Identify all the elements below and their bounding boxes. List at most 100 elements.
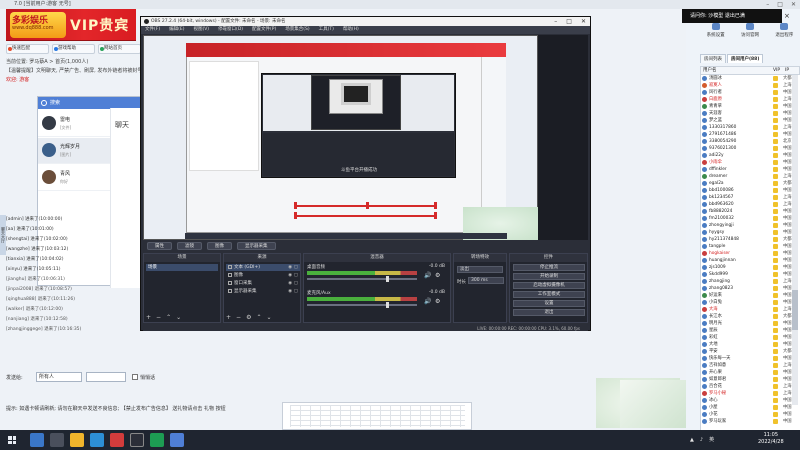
browser-icon[interactable] xyxy=(90,433,104,447)
file-explorer-icon[interactable] xyxy=(70,433,84,447)
user-row[interactable]: 梦之蓝 中国 xyxy=(701,117,800,124)
user-row[interactable]: 罗马小秘 上海 xyxy=(701,390,800,397)
user-row[interactable]: 寂寞人 上海 xyxy=(701,82,800,89)
menu-item[interactable]: 视图(V) xyxy=(193,26,209,34)
volume-slider-knob[interactable] xyxy=(386,302,389,308)
stop-stream-button[interactable]: 停止推流 xyxy=(513,264,585,271)
user-row[interactable]: fb8882024 中国 xyxy=(701,208,800,215)
user-row[interactable]: 如意郎君 中国 xyxy=(701,376,800,383)
visibility-eye-icon[interactable]: ◉ xyxy=(288,288,292,295)
user-row[interactable]: 长江水 大都 xyxy=(701,313,800,320)
down-icon[interactable]: ⌄ xyxy=(176,314,181,321)
remove-icon[interactable]: − xyxy=(156,314,161,321)
user-row[interactable]: 大地 中国 xyxy=(701,341,800,348)
transition-select[interactable]: 淡出 xyxy=(457,266,503,273)
user-row[interactable]: hy211374848 大都 xyxy=(701,236,800,243)
user-row[interactable]: zjs1009 中国 xyxy=(701,264,800,271)
settings-button[interactable]: 设置 xyxy=(513,300,585,307)
user-row[interactable]: 小雨伞 中国 xyxy=(701,159,800,166)
gear-icon[interactable]: ⚙ xyxy=(435,298,440,305)
add-icon[interactable]: + xyxy=(226,314,231,321)
spreadsheet-taskbar-icon[interactable] xyxy=(150,433,164,447)
visibility-eye-icon[interactable]: ◉ xyxy=(288,264,292,271)
header-username[interactable]: 用户名 xyxy=(701,67,771,74)
im-taskbar-icon[interactable] xyxy=(170,433,184,447)
network-icon[interactable]: ▲ xyxy=(690,433,694,447)
virtual-camera-button[interactable]: 启动虚拟摄像机 xyxy=(513,282,585,289)
lock-icon[interactable]: ▢ xyxy=(294,272,298,279)
properties-button[interactable]: 属性 xyxy=(147,242,172,250)
user-row[interactable]: 汤圆冰 大都 xyxy=(701,75,800,82)
quick-match-button[interactable]: 快速匹配 xyxy=(6,44,49,54)
menu-item[interactable]: 文件(F) xyxy=(145,26,160,34)
visibility-eye-icon[interactable]: ◉ xyxy=(288,280,292,287)
studio-mode-button[interactable]: 工作室模式 xyxy=(513,291,585,298)
user-row[interactable]: Skdd999 中国 xyxy=(701,271,800,278)
user-row[interactable]: 大海 上海 xyxy=(701,306,800,313)
user-row[interactable]: 风行者 中国 xyxy=(701,89,800,96)
close-icon[interactable]: ✕ xyxy=(791,0,796,9)
source-item[interactable]: 图像 ◉ ▢ xyxy=(226,272,300,279)
source-item[interactable]: 文本 (GDI+) ◉ ▢ xyxy=(226,264,300,271)
user-row[interactable]: 白鹿原 上海 xyxy=(701,96,800,103)
user-row[interactable]: hyygsy 中国 xyxy=(701,229,800,236)
maximize-icon[interactable]: □ xyxy=(566,17,572,26)
menu-item[interactable]: 编辑(E) xyxy=(169,26,184,34)
user-row[interactable]: bk1234567 上海 xyxy=(701,194,800,201)
menu-item[interactable]: 帮助(H) xyxy=(343,26,359,34)
private-checkbox[interactable] xyxy=(132,374,138,380)
user-row[interactable]: dreamer 上海 xyxy=(701,173,800,180)
exit-button[interactable]: 退出 xyxy=(513,309,585,316)
chat-app-taskbar-icon[interactable] xyxy=(110,433,124,447)
remove-icon[interactable]: − xyxy=(236,314,241,321)
user-row[interactable]: 天涯客 中国 xyxy=(701,110,800,117)
user-row[interactable]: egal2a 大都 xyxy=(701,180,800,187)
user-row[interactable]: 吉祥如意 上海 xyxy=(701,362,800,369)
ime-indicator[interactable]: 英 xyxy=(709,433,714,447)
volume-slider-track[interactable] xyxy=(307,304,417,306)
visibility-eye-icon[interactable]: ◉ xyxy=(288,272,292,279)
menu-item[interactable]: 场景集合(S) xyxy=(285,26,309,34)
settings-button[interactable]: 系统设置 xyxy=(700,22,731,42)
user-row[interactable]: huangjinnan 中国 xyxy=(701,257,800,264)
user-row[interactable]: zhangjing 上海 xyxy=(701,278,800,285)
duration-input[interactable]: 300 ms xyxy=(468,277,504,284)
volume-icon[interactable]: ♪ xyxy=(700,433,703,447)
user-row[interactable]: 青青草 中国 xyxy=(701,103,800,110)
menu-item[interactable]: 配置文件(P) xyxy=(252,26,276,34)
close-icon[interactable]: ✕ xyxy=(581,17,586,26)
filters-button[interactable]: 滤镜 xyxy=(177,242,202,250)
menu-item[interactable]: 停靠窗口(D) xyxy=(218,26,243,34)
user-row[interactable]: 1330317860 上海 xyxy=(701,124,800,131)
game-help-button[interactable]: 游戏帮助 xyxy=(52,44,95,54)
volume-slider-knob[interactable] xyxy=(386,276,389,282)
user-row[interactable]: 好运来 中国 xyxy=(701,292,800,299)
user-list-scrollbar[interactable] xyxy=(792,75,798,405)
user-row[interactable]: bbd963620 上海 xyxy=(701,201,800,208)
user-row[interactable]: 彩虹 中国 xyxy=(701,334,800,341)
website-home-button[interactable]: 网站首页 xyxy=(98,44,141,54)
speaker-icon[interactable]: 🔊 xyxy=(424,298,431,305)
user-row[interactable]: zhongyingji 中国 xyxy=(701,222,800,229)
visit-site-button[interactable]: 访问官网 xyxy=(734,22,765,42)
volume-slider-track[interactable] xyxy=(307,278,417,280)
minimize-icon[interactable]: – xyxy=(554,17,557,26)
minimize-icon[interactable]: – xyxy=(766,0,769,9)
user-row[interactable]: bbd100086 中国 xyxy=(701,187,800,194)
task-view-icon[interactable] xyxy=(50,433,64,447)
user-row[interactable]: 小白兔 中国 xyxy=(701,299,800,306)
user-row[interactable]: 冰心 中国 xyxy=(701,397,800,404)
user-row[interactable]: 平安 大都 xyxy=(701,348,800,355)
search-app-icon[interactable] xyxy=(30,433,44,447)
user-row[interactable]: zhang0823 中国 xyxy=(701,285,800,292)
popup-close-icon[interactable]: × xyxy=(784,12,790,20)
header-ip[interactable]: IP xyxy=(783,67,789,74)
user-row[interactable]: 小花 中国 xyxy=(701,411,800,418)
user-row[interactable]: dffinkler 中国 xyxy=(701,166,800,173)
user-row[interactable]: 3380054290 北京 xyxy=(701,138,800,145)
lock-icon[interactable]: ▢ xyxy=(294,264,298,271)
user-row[interactable]: 百合花 上海 xyxy=(701,383,800,390)
user-row[interactable]: 星辰 中国 xyxy=(701,327,800,334)
scene-item[interactable]: 场景 xyxy=(146,264,218,271)
send-target-select[interactable]: 所有人 xyxy=(36,372,82,382)
